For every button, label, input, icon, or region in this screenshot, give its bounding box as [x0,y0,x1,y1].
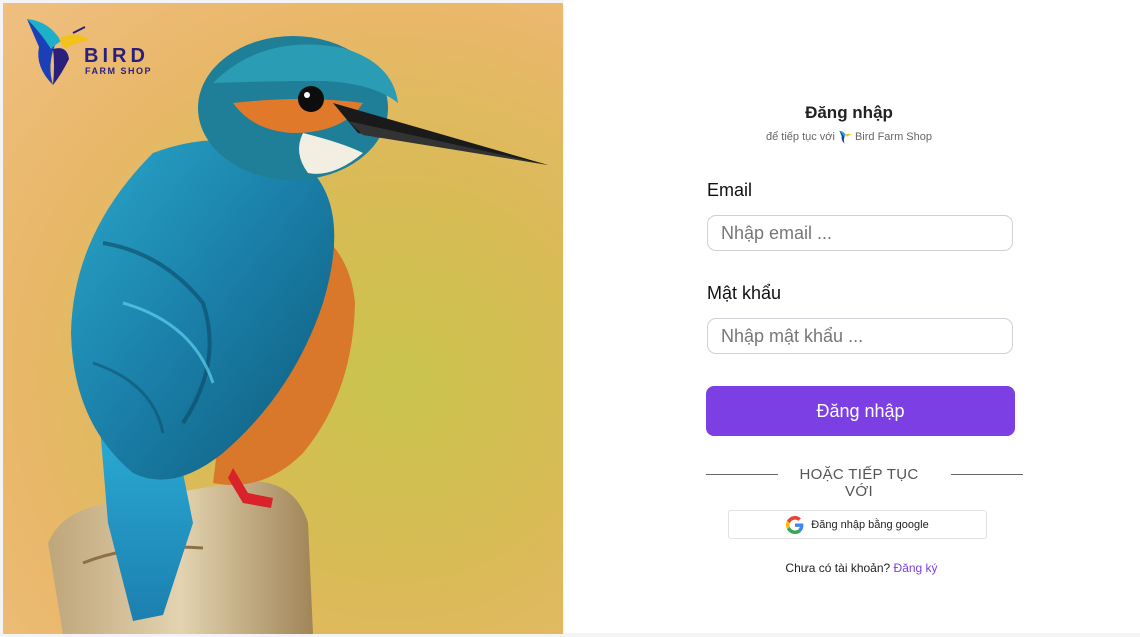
brand-tagline: FARM SHOP [85,66,153,76]
divider-right [951,474,1023,475]
login-panel: Đăng nhập để tiếp tục với Bird Farm Shop… [564,0,1140,633]
email-field[interactable] [707,215,1013,251]
page-subtitle: để tiếp tục với Bird Farm Shop [564,130,1134,144]
hero-image: BIRD FARM SHOP [3,3,563,634]
login-page: BIRD FARM SHOP Đăng nhập để tiếp tục với… [0,0,1140,637]
google-button-label: Đăng nhập bằng google [811,518,929,531]
login-button[interactable]: Đăng nhập [706,386,1015,436]
kingfisher-illustration [48,36,548,634]
signup-link[interactable]: Đăng ký [894,561,938,575]
brand-name: BIRD [84,45,149,67]
email-label: Email [707,180,753,200]
divider-text: HOẶC TIẾP TỤC VỚI [799,466,919,500]
brand-logo[interactable]: BIRD FARM SHOP [25,15,175,90]
password-label: Mật khẩu [707,283,782,303]
signup-prompt: Chưa có tài khoản? [785,561,891,575]
page-title: Đăng nhập [805,103,893,122]
hummingbird-mini-icon [839,130,852,144]
google-icon [786,515,804,534]
hummingbird-logo-icon [27,19,87,85]
divider-left [706,474,778,475]
signup-row: Chưa có tài khoản? Đăng ký [564,561,1140,575]
subtitle-brand: Bird Farm Shop [854,131,932,143]
google-login-button[interactable]: Đăng nhập bằng google [728,510,987,539]
password-field[interactable] [707,318,1013,354]
subtitle-prefix: để tiếp tục với [765,131,835,143]
